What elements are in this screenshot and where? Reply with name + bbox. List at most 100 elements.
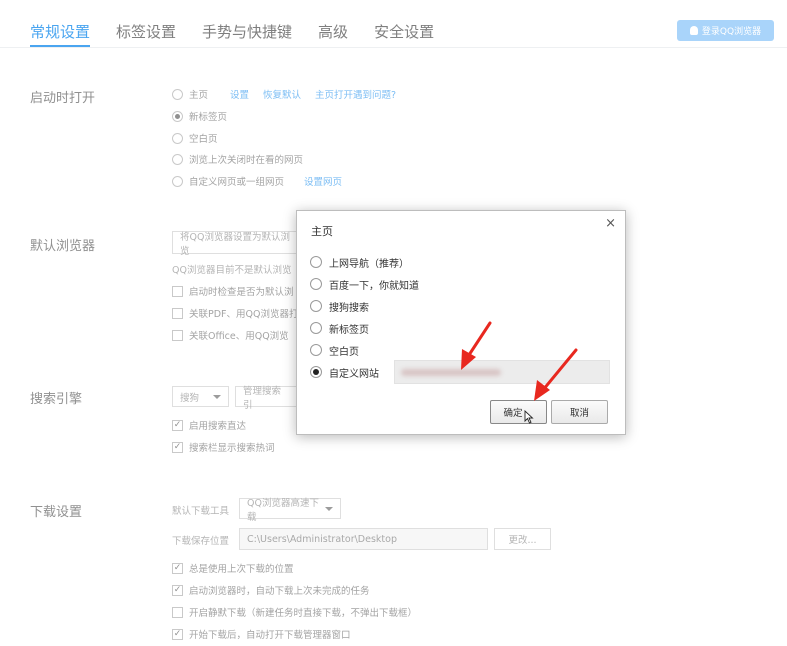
- radio[interactable]: [172, 175, 183, 187]
- download-option-open-manager[interactable]: ✓ 开始下载后，自动打开下载管理器窗口: [172, 626, 351, 642]
- checkbox[interactable]: ✓: [172, 628, 183, 640]
- download-tool-label: 默认下载工具: [172, 506, 230, 517]
- restore-default-link[interactable]: 恢复默认: [263, 87, 301, 101]
- startup-option-newtab[interactable]: 新标签页: [172, 108, 227, 124]
- set-default-button[interactable]: 将QQ浏览器设置为默认浏览: [172, 231, 298, 257]
- checkbox[interactable]: ✓: [172, 584, 183, 596]
- radio[interactable]: [310, 300, 322, 312]
- dialog-option-baidu[interactable]: 百度一下，你就知道: [310, 276, 419, 292]
- option-label: 启动时检查是否为默认浏: [189, 287, 294, 298]
- startup-option-blank[interactable]: 空白页: [172, 130, 218, 146]
- option-label: 总是使用上次下载的位置: [189, 564, 294, 575]
- checkbox[interactable]: [172, 285, 183, 297]
- home-problem-link[interactable]: 主页打开遇到问题?: [315, 87, 396, 101]
- option-label: 开始下载后，自动打开下载管理器窗口: [189, 630, 351, 641]
- ok-button[interactable]: 确定: [490, 400, 547, 424]
- download-title: 下载设置: [30, 505, 83, 520]
- tab-general[interactable]: 常规设置: [30, 21, 91, 47]
- radio[interactable]: [310, 344, 322, 356]
- default-option-pdf[interactable]: 关联PDF、用QQ浏览器打: [172, 305, 298, 321]
- option-label: 主页: [189, 90, 209, 101]
- checkbox[interactable]: [172, 606, 183, 618]
- startup-option-home[interactable]: 主页 设置 恢复默认 主页打开遇到问题?: [172, 86, 396, 102]
- tab-gestures[interactable]: 手势与快捷键: [202, 21, 292, 47]
- close-icon[interactable]: ×: [605, 216, 616, 231]
- startup-option-custom[interactable]: 自定义网页或一组网页 设置网页: [172, 173, 342, 189]
- dialog-option-newtab[interactable]: 新标签页: [310, 320, 369, 336]
- home-settings-link[interactable]: 设置: [230, 87, 249, 101]
- search-engine-value: 搜狗: [180, 392, 200, 404]
- default-option-office[interactable]: 关联Office、用QQ浏览: [172, 327, 289, 343]
- radio[interactable]: [172, 88, 183, 100]
- dialog-option-custom[interactable]: 自定义网站: [310, 364, 379, 380]
- header-divider: [0, 47, 787, 48]
- search-option-hotwords[interactable]: ✓ 搜索栏显示搜索热词: [172, 439, 275, 455]
- top-tabs: 常规设置 标签设置 手势与快捷键 高级 安全设置: [30, 21, 434, 47]
- download-tool-value: QQ浏览器高速下载: [247, 497, 319, 523]
- chevron-down-icon: [213, 394, 221, 399]
- cursor-icon: [524, 410, 534, 424]
- option-label: 百度一下，你就知道: [329, 280, 419, 292]
- download-path-input[interactable]: C:\Users\Administrator\Desktop: [239, 528, 488, 550]
- blurred-url: [401, 369, 501, 376]
- startup-option-last[interactable]: 浏览上次关闭时在看的网页: [172, 151, 303, 167]
- option-label: 关联Office、用QQ浏览: [189, 331, 289, 342]
- default-option-check[interactable]: 启动时检查是否为默认浏: [172, 283, 294, 299]
- dialog-title: 主页: [311, 225, 333, 238]
- homepage-dialog: 主页 × 上网导航（推荐） 百度一下，你就知道 搜狗搜索 新标签页 空白页 自定…: [296, 210, 626, 435]
- search-option-direct[interactable]: ✓ 启用搜索直达: [172, 417, 246, 433]
- download-path-label: 下载保存位置: [172, 536, 230, 547]
- radio[interactable]: [310, 278, 322, 290]
- option-label: 启动浏览器时，自动下载上次未完成的任务: [189, 586, 370, 597]
- download-option-last-location[interactable]: ✓ 总是使用上次下载的位置: [172, 560, 294, 576]
- radio[interactable]: [310, 366, 322, 378]
- tab-tabs[interactable]: 标签设置: [116, 21, 176, 47]
- manage-search-button[interactable]: 管理搜索引: [235, 386, 297, 411]
- checkbox[interactable]: ✓: [172, 441, 183, 453]
- radio[interactable]: [310, 256, 322, 268]
- download-option-silent[interactable]: 开启静默下载（新建任务时直接下载，不弹出下载框）: [172, 604, 417, 620]
- option-label: 空白页: [329, 346, 359, 358]
- custom-url-input[interactable]: [394, 360, 610, 384]
- option-label: 上网导航（推荐）: [329, 258, 409, 270]
- dialog-option-nav[interactable]: 上网导航（推荐）: [310, 254, 409, 270]
- tab-advanced[interactable]: 高级: [318, 21, 348, 47]
- option-label: 关联PDF、用QQ浏览器打: [189, 309, 299, 320]
- option-label: 新标签页: [329, 324, 369, 336]
- option-label: 搜狗搜索: [329, 302, 369, 314]
- option-label: 浏览上次关闭时在看的网页: [189, 155, 304, 166]
- dialog-option-blank[interactable]: 空白页: [310, 342, 359, 358]
- download-tool-select[interactable]: QQ浏览器高速下载: [239, 498, 341, 523]
- option-label: 新标签页: [189, 112, 228, 123]
- option-label: 开启静默下载（新建任务时直接下载，不弹出下载框）: [189, 608, 418, 619]
- default-browser-title: 默认浏览器: [30, 239, 96, 254]
- option-label: 自定义网站: [329, 368, 379, 380]
- change-path-button[interactable]: 更改...: [494, 528, 551, 550]
- radio[interactable]: [172, 153, 183, 165]
- search-engine-select[interactable]: 搜狗: [172, 386, 229, 407]
- option-label: 搜索栏显示搜索热词: [189, 443, 275, 454]
- login-button-label: 登录QQ浏览器: [701, 27, 762, 37]
- checkbox[interactable]: ✓: [172, 562, 183, 574]
- radio[interactable]: [172, 132, 183, 144]
- radio[interactable]: [172, 110, 183, 122]
- tab-security[interactable]: 安全设置: [374, 21, 434, 47]
- option-label: 空白页: [189, 134, 218, 145]
- chevron-down-icon: [325, 506, 333, 511]
- qq-icon: [689, 26, 698, 35]
- download-option-resume[interactable]: ✓ 启动浏览器时，自动下载上次未完成的任务: [172, 582, 370, 598]
- ok-button-label: 确定: [503, 408, 523, 419]
- login-button[interactable]: 登录QQ浏览器: [677, 20, 774, 41]
- set-pages-link[interactable]: 设置网页: [304, 174, 342, 188]
- cancel-button[interactable]: 取消: [551, 400, 608, 424]
- default-status-text: QQ浏览器目前不是默认浏览: [172, 265, 292, 276]
- checkbox[interactable]: [172, 329, 183, 341]
- dialog-option-sogou[interactable]: 搜狗搜索: [310, 298, 369, 314]
- startup-title: 启动时打开: [30, 91, 96, 106]
- search-title: 搜索引擎: [30, 392, 83, 407]
- checkbox[interactable]: [172, 307, 183, 319]
- option-label: 自定义网页或一组网页: [189, 177, 285, 188]
- checkbox[interactable]: ✓: [172, 419, 183, 431]
- option-label: 启用搜索直达: [189, 421, 247, 432]
- radio[interactable]: [310, 322, 322, 334]
